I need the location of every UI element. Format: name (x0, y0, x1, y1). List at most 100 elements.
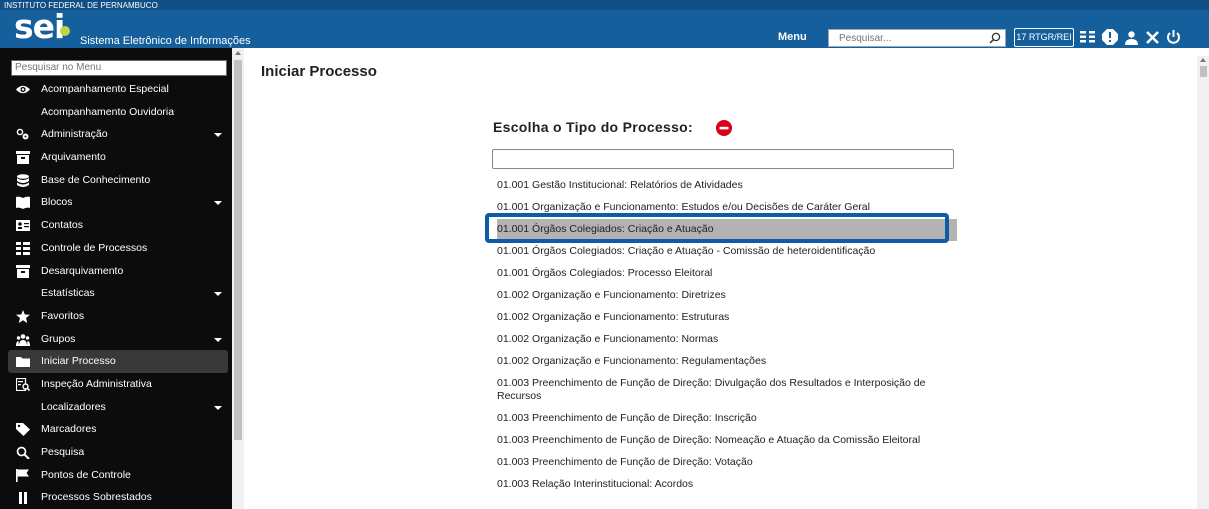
header-search (828, 29, 1006, 47)
process-type-filter-input[interactable] (493, 151, 953, 169)
logo-dot (60, 26, 70, 36)
process-type-option[interactable]: 01.003 Relação Interinstitucional: Acord… (497, 474, 957, 496)
power-icon[interactable] (1166, 29, 1181, 45)
caret-down-icon[interactable] (214, 292, 222, 297)
choose-type-label: Escolha o Tipo do Processo: (493, 119, 693, 135)
header-icons (1080, 28, 1181, 46)
process-type-option[interactable]: 01.001 Gestão Institucional: Relatórios … (497, 175, 957, 197)
sidebar-item-label: Favoritos (41, 309, 85, 322)
sidebar-item-label: Arquivamento (41, 151, 106, 164)
tag-icon (16, 423, 30, 437)
sidebar-item-pontos-de-controle[interactable]: Pontos de Controle (0, 464, 232, 487)
process-type-option[interactable]: 01.003 Preenchimento de Função de Direçã… (497, 430, 957, 452)
scroll-up-arrow[interactable] (235, 51, 241, 55)
page-title: Iniciar Processo (261, 63, 377, 80)
process-type-option[interactable]: 01.002 Organização e Funcionamento: Estr… (497, 307, 957, 329)
sidebar-item-label: Inspeção Administrativa (41, 377, 152, 390)
pause-icon (16, 491, 30, 505)
process-type-option[interactable]: 01.002 Organização e Funcionamento: Regu… (497, 351, 957, 373)
sidebar-item-acompanhamento-ouvidoria[interactable]: Acompanhamento Ouvidoria (0, 101, 232, 124)
caret-down-icon[interactable] (214, 405, 222, 410)
selection-highlight-box (485, 213, 949, 243)
eye-icon (16, 83, 30, 96)
sidebar-item-controle-de-processos[interactable]: Controle de Processos (0, 237, 232, 260)
institution-stripe: INSTITUTO FEDERAL DE PERNAMBUCO (0, 0, 1209, 10)
minus-circle-icon[interactable] (716, 120, 732, 136)
folder-icon (16, 355, 30, 368)
inspection-icon (16, 377, 30, 391)
archive-icon (16, 264, 30, 278)
sidebar-item-label: Acompanhamento Ouvidoria (41, 105, 175, 118)
sidebar-item-label: Iniciar Processo (41, 355, 116, 368)
sidebar-item-acompanhamento-especial[interactable]: Acompanhamento Especial (0, 78, 232, 101)
sidebar-item-label: Acompanhamento Especial (41, 83, 169, 95)
sidebar-item-label: Controle de Processos (41, 241, 148, 254)
book-icon (16, 196, 30, 210)
caret-down-icon[interactable] (214, 133, 222, 138)
sidebar-menu: Pesquisar no Menu Acompanhamento Especia… (0, 48, 232, 509)
main-scroll-thumb[interactable] (1200, 66, 1207, 77)
sidebar-item-base-de-conhecimento[interactable]: Base de Conhecimento (0, 169, 232, 192)
contact-card-icon (16, 219, 30, 232)
menu-search-input[interactable]: Pesquisar no Menu (11, 60, 227, 76)
database-icon (16, 173, 30, 187)
group-icon (16, 333, 30, 346)
process-type-option[interactable]: 01.003 Preenchimento de Função de Direçã… (497, 452, 957, 474)
process-type-option[interactable]: 01.003 Preenchimento de Função de Direçã… (497, 408, 957, 430)
sidebar-item-label: Localizadores (41, 400, 106, 413)
sidebar-scroll-thumb[interactable] (234, 60, 242, 440)
sidebar-item-label: Contatos (41, 219, 84, 232)
sidebar-item-grupos[interactable]: Grupos (0, 328, 232, 351)
caret-down-icon[interactable] (214, 201, 222, 206)
sidebar-item-desarquivamento[interactable]: Desarquivamento (0, 260, 232, 283)
caret-down-icon[interactable] (214, 337, 222, 342)
sidebar-item-inspecao-administrativa[interactable]: Inspeção Administrativa (0, 373, 232, 396)
sidebar-item-label: Base de Conhecimento (41, 173, 151, 186)
sidebar-item-blocos[interactable]: Blocos (0, 191, 232, 214)
sidebar-item-arquivamento[interactable]: Arquivamento (0, 146, 232, 169)
unit-selector-button[interactable]: 17 RTGR/REI (1014, 28, 1074, 47)
header-search-input[interactable] (829, 30, 987, 46)
sidebar-item-label: Pesquisa (41, 446, 85, 458)
process-type-option[interactable]: 01.001 Órgãos Colegiados: Processo Eleit… (497, 263, 957, 285)
sei-logo[interactable]: sei (14, 10, 65, 43)
sidebar-item-administracao[interactable]: Administração (0, 123, 232, 146)
sidebar-item-label: Desarquivamento (41, 264, 124, 277)
sidebar-scrollbar[interactable] (232, 48, 244, 509)
warning-icon[interactable] (1102, 29, 1118, 45)
user-icon[interactable] (1124, 30, 1139, 45)
top-header: INSTITUTO FEDERAL DE PERNAMBUCO sei Sist… (0, 0, 1209, 48)
process-type-option[interactable]: 01.002 Organização e Funcionamento: Norm… (497, 329, 957, 351)
sidebar-item-label: Grupos (41, 332, 76, 345)
sidebar-item-estatisticas[interactable]: Estatísticas (0, 282, 232, 305)
process-type-filter (492, 149, 954, 169)
sidebar-item-label: Processos Sobrestados (41, 491, 152, 504)
search-icon (16, 446, 30, 459)
process-type-option[interactable]: 01.003 Preenchimento de Função de Direçã… (497, 373, 957, 408)
sidebar-item-pesquisa[interactable]: Pesquisa (0, 441, 232, 464)
sidebar-item-marcadores[interactable]: Marcadores (0, 418, 232, 441)
sidebar-item-contatos[interactable]: Contatos (0, 214, 232, 237)
sidebar-item-label: Administração (41, 128, 108, 141)
list-icon[interactable] (1080, 30, 1096, 44)
system-name: Sistema Eletrônico de Informações (80, 35, 251, 47)
sidebar-items: Acompanhamento Especial Acompanhamento Ou… (0, 78, 232, 509)
main-scrollbar[interactable] (1197, 56, 1209, 509)
search-icon[interactable] (989, 32, 1001, 44)
star-icon (16, 309, 30, 323)
tools-icon[interactable] (1145, 30, 1160, 45)
archive-icon (16, 151, 30, 165)
sidebar-item-processos-sobrestados[interactable]: Processos Sobrestados (0, 486, 232, 509)
scroll-up-arrow[interactable] (1200, 58, 1206, 62)
sidebar-item-localizadores[interactable]: Localizadores (0, 396, 232, 419)
sidebar-item-label: Estatísticas (41, 287, 95, 300)
flag-icon (16, 468, 30, 482)
sidebar-item-iniciar-processo[interactable]: Iniciar Processo (8, 350, 228, 373)
gears-icon (16, 128, 30, 141)
sidebar-item-label: Pontos de Controle (41, 468, 131, 481)
process-type-option[interactable]: 01.001 Órgãos Colegiados: Criação e Atua… (497, 241, 957, 263)
menu-toggle-link[interactable]: Menu (778, 31, 807, 43)
sidebar-item-favoritos[interactable]: Favoritos (0, 305, 232, 328)
process-type-option[interactable]: 01.002 Organização e Funcionamento: Dire… (497, 285, 957, 307)
sidebar-item-label: Marcadores (41, 423, 97, 436)
